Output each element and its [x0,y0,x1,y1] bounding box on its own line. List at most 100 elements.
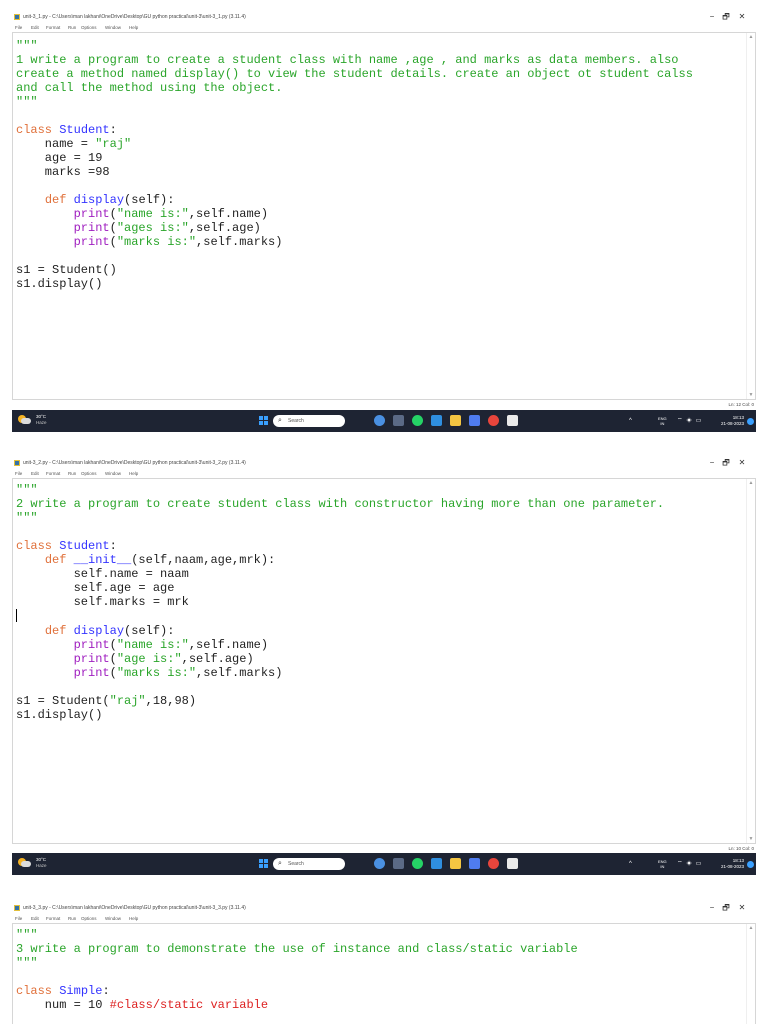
menu-file[interactable]: File [15,469,22,478]
scroll-down-arrow-icon[interactable]: ▼ [747,391,755,399]
menu-format[interactable]: Format [46,23,60,32]
weather-condition: Haze [36,863,47,868]
menu-bar: File Edit Format Run Options Window Help [12,469,756,478]
weather-icon[interactable] [18,415,32,425]
minimize-button[interactable]: − [706,458,718,468]
code-line: self.age = age [16,581,175,595]
close-button[interactable]: ✕ [736,12,748,22]
vertical-scrollbar[interactable]: ▲ [746,924,755,1024]
code-editor[interactable]: """ 1 write a program to create a studen… [12,32,756,400]
menu-window[interactable]: Window [105,914,121,923]
scroll-up-arrow-icon[interactable]: ▲ [747,924,755,932]
code-line: def __init__(self,naam,age,mrk): [44,553,276,567]
code-line: print("ages is:",self.age) [73,221,261,235]
code-line: s1.display() [16,708,103,722]
weather-widget[interactable]: 30°C Haze [36,857,47,869]
tray-chevron-icon[interactable]: ^ [629,853,632,875]
notification-icon[interactable] [747,861,754,868]
start-menu-icon[interactable] [259,859,269,869]
tray-chevron-icon[interactable]: ^ [629,410,632,432]
code-editor[interactable]: """ 2 write a program to create student … [12,478,756,844]
menu-format[interactable]: Format [46,469,60,478]
code-text[interactable]: """ 3 write a program to demonstrate the… [16,928,578,1012]
code-line: s1.display() [16,277,103,291]
whatsapp-icon[interactable] [412,415,423,426]
code-line: print("name is:",self.name) [73,638,269,652]
vertical-scrollbar[interactable]: ▲ ▼ [746,479,755,843]
menu-options[interactable]: Options [81,469,97,478]
vscode-icon[interactable] [431,415,442,426]
minimize-button[interactable]: − [706,12,718,22]
menu-file[interactable]: File [15,23,22,32]
code-line: self.name = naam [16,567,189,581]
browser-icon[interactable] [374,415,385,426]
title-bar: unit-3_1.py - C:\Users\man lakhani\OneDr… [12,12,756,23]
browser-icon[interactable] [374,858,385,869]
code-text[interactable]: """ 1 write a program to create a studen… [16,39,693,291]
code-line: """ [16,928,38,942]
python-idle-icon[interactable] [507,415,518,426]
taskbar-search[interactable]: ⌕ Search [273,858,345,870]
whatsapp-icon[interactable] [412,858,423,869]
close-button[interactable]: ✕ [736,458,748,468]
code-line: name = "raj" [16,137,132,151]
code-line: """ [16,95,38,109]
code-editor[interactable]: """ 3 write a program to demonstrate the… [12,923,756,1024]
idle-window-1: unit-3_1.py - C:\Users\man lakhani\OneDr… [12,12,756,432]
network-volume-battery-icon[interactable]: ⌔ ◈ ▭ [677,853,702,875]
scroll-up-arrow-icon[interactable]: ▲ [747,33,755,41]
notification-icon[interactable] [747,418,754,425]
search-icon: ⌕ [278,417,282,424]
code-line [16,609,17,624]
menu-edit[interactable]: Edit [31,23,39,32]
language-indicator[interactable]: ENG IN [658,416,667,426]
scroll-down-arrow-icon[interactable]: ▼ [747,835,755,843]
clock[interactable]: 18:13 21-08-2023 [714,858,744,870]
chrome-icon[interactable] [488,858,499,869]
menu-help[interactable]: Help [129,23,138,32]
file-manager-icon[interactable] [393,858,404,869]
network-volume-battery-icon[interactable]: ⌔ ◈ ▭ [677,410,702,432]
menu-run[interactable]: Run [68,914,76,923]
chrome-icon[interactable] [488,415,499,426]
code-text[interactable]: """ 2 write a program to create student … [16,483,664,722]
weather-widget[interactable]: 30°C Haze [36,414,47,426]
menu-format[interactable]: Format [46,914,60,923]
cursor-position: Ln: 12 Col: 0 [728,402,754,407]
file-explorer-icon[interactable] [450,415,461,426]
language-indicator[interactable]: ENG IN [658,859,667,869]
vertical-scrollbar[interactable]: ▲ ▼ [746,33,755,399]
minimize-button[interactable]: − [706,903,718,913]
menu-options[interactable]: Options [81,23,97,32]
menu-bar: File Edit Format Run Options Window Help [12,914,756,923]
close-button[interactable]: ✕ [736,903,748,913]
menu-edit[interactable]: Edit [31,469,39,478]
scroll-up-arrow-icon[interactable]: ▲ [747,479,755,487]
vscode-icon[interactable] [431,858,442,869]
menu-options[interactable]: Options [81,914,97,923]
maximize-button[interactable]: 🗗 [720,903,732,913]
file-explorer-icon[interactable] [450,858,461,869]
notes-icon[interactable] [469,858,480,869]
search-icon: ⌕ [278,860,282,867]
menu-window[interactable]: Window [105,23,121,32]
menu-edit[interactable]: Edit [31,914,39,923]
weather-icon[interactable] [18,858,32,868]
menu-run[interactable]: Run [68,23,76,32]
menu-window[interactable]: Window [105,469,121,478]
temperature: 30°C [36,414,47,419]
code-line: and call the method using the object. [16,81,283,95]
menu-help[interactable]: Help [129,914,138,923]
menu-help[interactable]: Help [129,469,138,478]
menu-run[interactable]: Run [68,469,76,478]
file-manager-icon[interactable] [393,415,404,426]
python-idle-icon[interactable] [507,858,518,869]
clock[interactable]: 18:13 21-08-2023 [714,415,744,427]
start-menu-icon[interactable] [259,416,269,426]
menu-file[interactable]: File [15,914,22,923]
taskbar-search[interactable]: ⌕ Search [273,415,345,427]
maximize-button[interactable]: 🗗 [720,12,732,22]
maximize-button[interactable]: 🗗 [720,458,732,468]
notes-icon[interactable] [469,415,480,426]
code-line: print("marks is:",self.marks) [73,666,283,680]
